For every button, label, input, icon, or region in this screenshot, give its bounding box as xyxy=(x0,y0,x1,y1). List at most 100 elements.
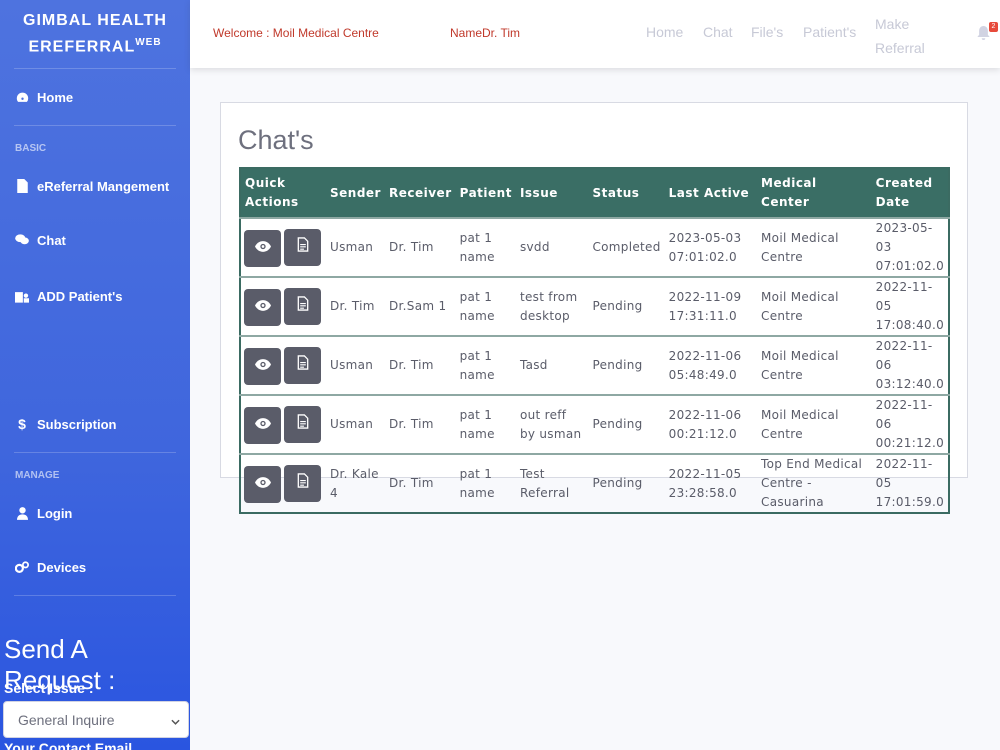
sidebar-item-label: ADD Patient's xyxy=(37,288,123,304)
topnav-files[interactable]: File's xyxy=(751,24,783,40)
brand-sup: WEB xyxy=(135,36,162,48)
col-medical-center: Medical Center xyxy=(761,176,817,209)
cell-quick-actions xyxy=(240,394,326,454)
sidebar-divider xyxy=(14,452,176,453)
cell-patient: pat 1 name xyxy=(455,453,516,513)
view-chat-button[interactable] xyxy=(244,229,281,267)
sidebar-heading-manage: MANAGE xyxy=(15,470,60,481)
file-alt-icon xyxy=(297,236,309,258)
cell-receiver: Dr. Tim xyxy=(384,217,456,277)
cell-created-date: 2022-11-06 00:21:12.0 xyxy=(871,394,949,454)
cell-receiver: Dr.Sam 1 xyxy=(384,276,456,336)
cell-status: Pending xyxy=(588,276,665,336)
table-row: Usman Dr. Tim pat 1 name Tasd Pending 2022-11… xyxy=(240,335,949,395)
notification-badge: 2 xyxy=(989,22,998,32)
file-icon xyxy=(15,179,29,193)
table-row: Usman Dr. Tim pat 1 name svdd Completed 2023-… xyxy=(240,217,949,277)
file-alt-icon xyxy=(297,295,309,317)
sidebar-item-label: eReferral Mangement xyxy=(37,178,170,194)
cell-issue: svdd xyxy=(515,217,589,277)
sidebar-divider xyxy=(14,125,176,126)
topnav-home[interactable]: Home xyxy=(646,24,683,40)
cell-status: Completed xyxy=(588,217,665,277)
cell-status: Pending xyxy=(588,453,665,513)
col-created-date: Created Date xyxy=(875,176,933,209)
sidebar-item-label: Subscription xyxy=(37,416,117,432)
cell-last-active: 2022-11-09 17:31:11.0 xyxy=(664,276,758,336)
page-title: Chat's xyxy=(238,125,314,155)
topnav-make-referral[interactable]: Make Referral xyxy=(875,12,925,60)
cell-issue: Test Referral xyxy=(515,453,589,513)
chats-table: Quick Actions Sender Receiver Patient Is… xyxy=(239,167,950,514)
view-chat-button[interactable] xyxy=(244,347,281,385)
sidebar-item-label: Chat xyxy=(37,232,66,248)
topnav-make-line1: Make xyxy=(875,16,910,32)
sidebar-item-ereferral[interactable]: eReferral Mangement xyxy=(0,160,190,212)
cell-last-active: 2023-05-03 07:01:02.0 xyxy=(664,217,758,277)
sidebar-item-home[interactable]: Home xyxy=(0,69,190,125)
table-row: Dr. Tim Dr.Sam 1 pat 1 name test from deskt… xyxy=(240,276,949,336)
brand-line2: EREFERRALWEB xyxy=(28,36,162,56)
cell-patient: pat 1 name xyxy=(455,335,516,395)
comments-icon xyxy=(15,233,29,247)
cell-quick-actions xyxy=(240,453,326,513)
eye-icon xyxy=(254,239,271,258)
select-issue-label: Select Issue : xyxy=(4,680,94,696)
view-file-button[interactable] xyxy=(284,464,321,502)
brand-logo[interactable]: GIMBAL HEALTH EREFERRALWEB xyxy=(0,0,190,68)
cell-quick-actions xyxy=(240,335,326,395)
cell-sender: Usman xyxy=(326,217,385,277)
user-name-text: NameDr. Tim xyxy=(450,26,521,40)
col-sender: Sender xyxy=(330,185,381,200)
sidebar-divider xyxy=(14,595,176,596)
cell-sender: Usman xyxy=(326,335,385,395)
sidebar: GIMBAL HEALTH EREFERRALWEB Home BASIC eR… xyxy=(0,0,190,750)
cell-issue: out reff by usman xyxy=(515,394,589,454)
sidebar-item-add-patient[interactable]: ADD Patient's xyxy=(0,268,190,324)
cell-last-active: 2022-11-06 00:21:12.0 xyxy=(664,394,758,454)
hospital-user-icon xyxy=(15,289,29,303)
file-alt-icon xyxy=(297,472,309,494)
cell-quick-actions xyxy=(240,217,326,277)
dollar-icon: $ xyxy=(18,416,26,432)
view-chat-button[interactable] xyxy=(244,288,281,326)
eye-icon xyxy=(254,298,271,317)
file-alt-icon xyxy=(297,413,309,435)
view-file-button[interactable] xyxy=(284,346,321,384)
sidebar-item-login[interactable]: Login xyxy=(0,487,190,539)
view-file-button[interactable] xyxy=(284,287,321,325)
chevron-down-icon xyxy=(171,712,180,728)
table-row: Dr. Kale 4 Dr. Tim pat 1 name Test Referral… xyxy=(240,453,949,513)
user-icon xyxy=(15,506,29,520)
cell-patient: pat 1 name xyxy=(455,276,516,336)
cell-status: Pending xyxy=(588,394,665,454)
view-chat-button[interactable] xyxy=(244,465,281,503)
topnav-chat[interactable]: Chat xyxy=(703,24,733,40)
cell-issue: test from desktop xyxy=(515,276,589,336)
col-last-active: Last Active xyxy=(668,185,750,200)
cell-patient: pat 1 name xyxy=(455,394,516,454)
cell-medical-center: Moil Medical Centre xyxy=(757,335,872,395)
topbar: Welcome : Moil Medical Centre NameDr. Ti… xyxy=(190,0,1000,68)
view-file-button[interactable] xyxy=(284,405,321,443)
sidebar-item-chat[interactable]: Chat xyxy=(0,212,190,268)
welcome-text: Welcome : Moil Medical Centre xyxy=(213,26,379,40)
topnav-make-line2: Referral xyxy=(875,40,925,56)
cell-sender: Dr. Tim xyxy=(326,276,385,336)
eye-icon xyxy=(254,357,271,376)
col-issue: Issue xyxy=(519,185,558,200)
sidebar-item-subscription[interactable]: $ Subscription xyxy=(0,396,190,452)
topnav-patients[interactable]: Patient's xyxy=(803,24,856,40)
sidebar-heading-basic: BASIC xyxy=(15,143,47,154)
view-chat-button[interactable] xyxy=(244,406,281,444)
col-receiver: Receiver xyxy=(388,185,452,200)
file-alt-icon xyxy=(297,354,309,376)
cell-created-date: 2022-11-05 17:08:40.0 xyxy=(871,276,949,336)
cell-last-active: 2022-11-05 23:28:58.0 xyxy=(664,453,758,513)
issue-select[interactable]: General Inquire xyxy=(3,701,189,738)
contact-email-label: Your Contact Email xyxy=(4,740,133,750)
view-file-button[interactable] xyxy=(284,228,321,266)
cell-created-date: 2023-05-03 07:01:02.0 xyxy=(871,217,949,277)
sidebar-item-devices[interactable]: Devices xyxy=(0,539,190,595)
issue-select-value: General Inquire xyxy=(18,711,115,728)
